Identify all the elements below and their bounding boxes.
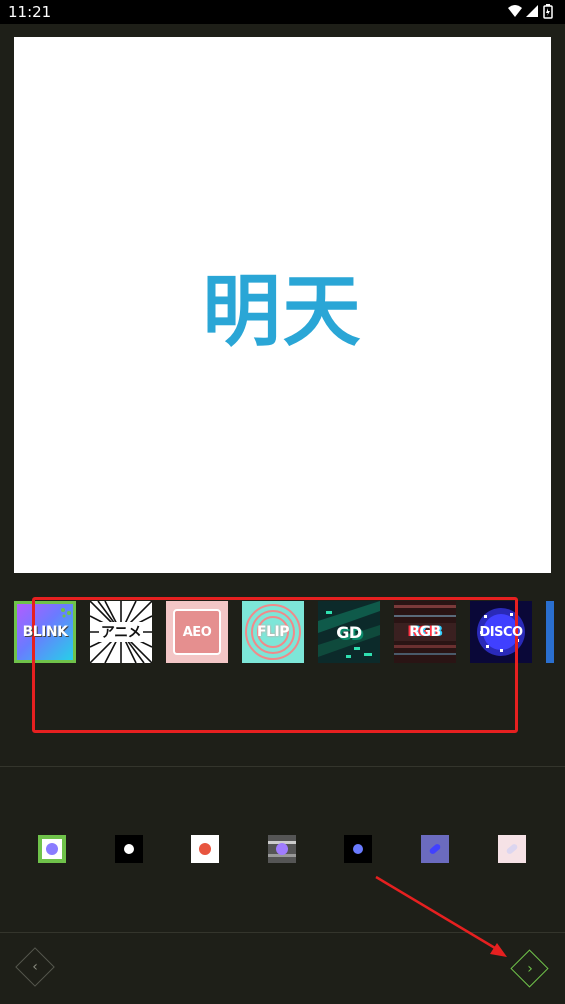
gradient-dot-icon [42, 839, 62, 859]
swatch-7[interactable] [498, 835, 526, 863]
chevron-left-icon: ‹ [32, 959, 38, 975]
style-swatches[interactable] [0, 835, 565, 865]
effect-label: AEO [182, 624, 212, 640]
blue-dot-icon [353, 844, 363, 854]
effect-label: DISCO [479, 624, 523, 640]
wifi-icon [508, 5, 522, 17]
preview-text: 明天 [202, 267, 363, 357]
status-time: 11:21 [8, 3, 52, 21]
swatch-6[interactable] [421, 835, 449, 863]
battery-icon [543, 4, 553, 19]
white-dot-icon [124, 844, 134, 854]
swatch-2[interactable] [115, 835, 143, 863]
swatch-3[interactable] [191, 835, 219, 863]
effect-label: BLINK [22, 624, 68, 640]
effect-label: アニメ [98, 622, 144, 642]
chevron-right-icon: › [527, 961, 533, 977]
effect-label: GD [336, 622, 362, 642]
effect-partial[interactable] [546, 601, 554, 663]
swatch-4[interactable] [268, 835, 296, 863]
pill-icon [429, 844, 441, 854]
status-icons [508, 4, 553, 19]
effect-label: RGB [409, 624, 441, 640]
red-dot-icon [199, 843, 211, 855]
annotation-highlight-box [32, 597, 518, 733]
swatch-1[interactable] [38, 835, 66, 863]
noise-dot-icon [268, 841, 296, 857]
swatch-5[interactable] [344, 835, 372, 863]
preview-canvas[interactable]: 明天 [14, 37, 551, 573]
effect-label: FLIP [257, 624, 289, 640]
divider [0, 932, 565, 933]
signal-icon [526, 5, 538, 17]
faint-pill-icon [506, 844, 518, 854]
status-bar: 11:21 [0, 0, 565, 24]
divider [0, 766, 565, 767]
